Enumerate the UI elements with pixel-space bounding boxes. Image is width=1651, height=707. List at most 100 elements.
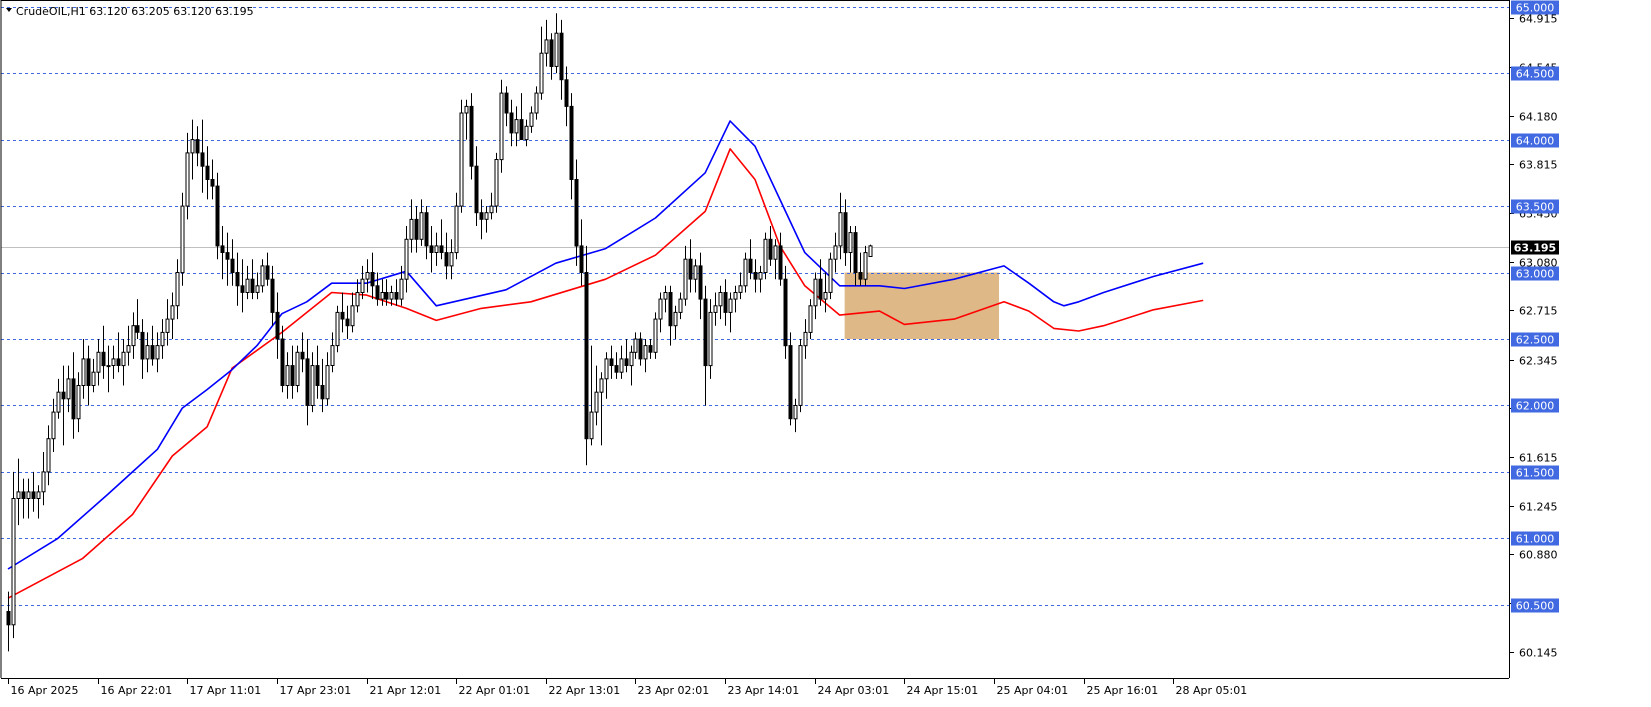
candle[interactable] [335, 305, 340, 353]
candle-body-bear [788, 345, 793, 420]
candle-body-bull [828, 258, 833, 293]
candle-body-bear [768, 238, 773, 260]
candle-body-bull [155, 345, 160, 360]
candle-body-bull [514, 119, 519, 134]
candle-body-bear [504, 92, 509, 114]
support-zone[interactable] [844, 272, 1000, 339]
candle[interactable] [494, 152, 499, 213]
candle-body-bear [280, 338, 285, 386]
candle-body-bear [140, 331, 145, 360]
candle[interactable] [215, 172, 220, 260]
x-tick-label: 25 Apr 16:01 [1087, 684, 1159, 697]
candle-body-bull [554, 32, 559, 67]
candle-body-bull [310, 365, 315, 407]
candle-body-bear [668, 292, 673, 327]
candle-body-bull [180, 205, 185, 274]
candle-body-bull [76, 385, 81, 420]
candle-body-bull [365, 272, 370, 280]
candle-body-bear [818, 278, 823, 300]
candle-body-bull [190, 139, 195, 154]
candle-body-bear [320, 385, 325, 400]
candle-body-bull [66, 378, 71, 400]
chart-background [0, 0, 1651, 707]
candle-body-bull [459, 112, 464, 207]
x-tick-label: 16 Apr 2025 [11, 684, 79, 697]
candle-body-bull [524, 125, 529, 141]
candle-body-bear [135, 325, 140, 333]
candle[interactable] [459, 99, 464, 213]
candle[interactable] [180, 192, 185, 286]
candle[interactable] [469, 93, 474, 180]
candle-body-bull [708, 311, 713, 367]
candle[interactable] [788, 332, 793, 426]
candle-body-bull [489, 205, 494, 214]
candle[interactable] [828, 252, 833, 300]
candle-body-bear [116, 358, 121, 366]
candle-body-bear [564, 79, 569, 107]
candle-body-bull [16, 491, 21, 499]
x-tick-label: 24 Apr 15:01 [907, 684, 979, 697]
candle-body-bull [46, 438, 51, 473]
candle-body-bear [424, 212, 429, 247]
current-price-text: 63.195 [1514, 242, 1556, 255]
x-tick-label: 21 Apr 12:01 [370, 684, 442, 697]
candle-body-bear [783, 278, 788, 347]
candle-body-bear [439, 245, 444, 253]
candle-body-bull [808, 305, 813, 333]
candle-body-bear [549, 39, 554, 68]
candle[interactable] [783, 265, 788, 359]
candle-body-bear [474, 165, 479, 214]
candle-body-bear [579, 245, 584, 273]
candle[interactable] [653, 312, 658, 359]
candle-body-bear [584, 272, 589, 440]
candle-body-bear [101, 351, 106, 367]
candle-body-bull [170, 305, 175, 320]
candle-body-bear [723, 292, 728, 313]
candle-body-bull [743, 258, 748, 287]
candle-body-bull [773, 245, 778, 260]
candle-body-bear [574, 179, 579, 247]
candle-body-bull [793, 405, 798, 420]
candle-body-bull [868, 245, 873, 257]
candle-body-bull [484, 212, 489, 220]
candle-body-bull [96, 351, 101, 373]
level-label: 61.500 [1516, 467, 1555, 480]
candle-body-bull [544, 39, 549, 54]
candle-body-bear [753, 272, 758, 280]
candle[interactable] [295, 345, 300, 393]
x-tick-label: 22 Apr 13:01 [549, 684, 621, 697]
candle-body-bull [285, 365, 290, 387]
candlestick-chart: 64.91564.54564.18063.81563.45063.08062.7… [0, 0, 1651, 707]
candle-body-bear [195, 139, 200, 154]
candle-body-bull [738, 285, 743, 293]
candle-body-bear [609, 358, 614, 366]
candle-body-bull [763, 238, 768, 274]
candle-body-bull [693, 265, 698, 280]
candle-body-bull [380, 292, 385, 300]
chart-title: CrudeOIL,H1 63.120 63.205 63.120 63.195 [16, 5, 254, 18]
candle-body-bull [409, 218, 414, 240]
candle-body-bear [853, 232, 858, 274]
candle-body-bull [539, 52, 544, 94]
candle-body-bull [589, 411, 594, 440]
level-label: 63.500 [1516, 201, 1555, 214]
candle[interactable] [499, 79, 504, 173]
candle[interactable] [798, 339, 803, 413]
candle-body-bull [718, 292, 723, 307]
y-tick-label: 62.715 [1519, 305, 1558, 318]
candle-body-bear [858, 272, 863, 280]
candle-body-bear [21, 491, 26, 499]
candle-body-bear [220, 245, 225, 253]
candle-body-bull [11, 498, 16, 626]
candle-body-bear [235, 272, 240, 287]
candle-body-bull [629, 351, 634, 367]
candle[interactable] [584, 245, 589, 466]
candle-body-bull [111, 358, 116, 366]
candle[interactable] [763, 232, 768, 280]
candle[interactable] [868, 244, 873, 257]
candle-body-bull [355, 292, 360, 307]
candle-body-bull [126, 345, 131, 353]
candle-body-bull [494, 159, 499, 207]
candle-body-bear [240, 285, 245, 293]
candle-body-bear [414, 218, 419, 240]
